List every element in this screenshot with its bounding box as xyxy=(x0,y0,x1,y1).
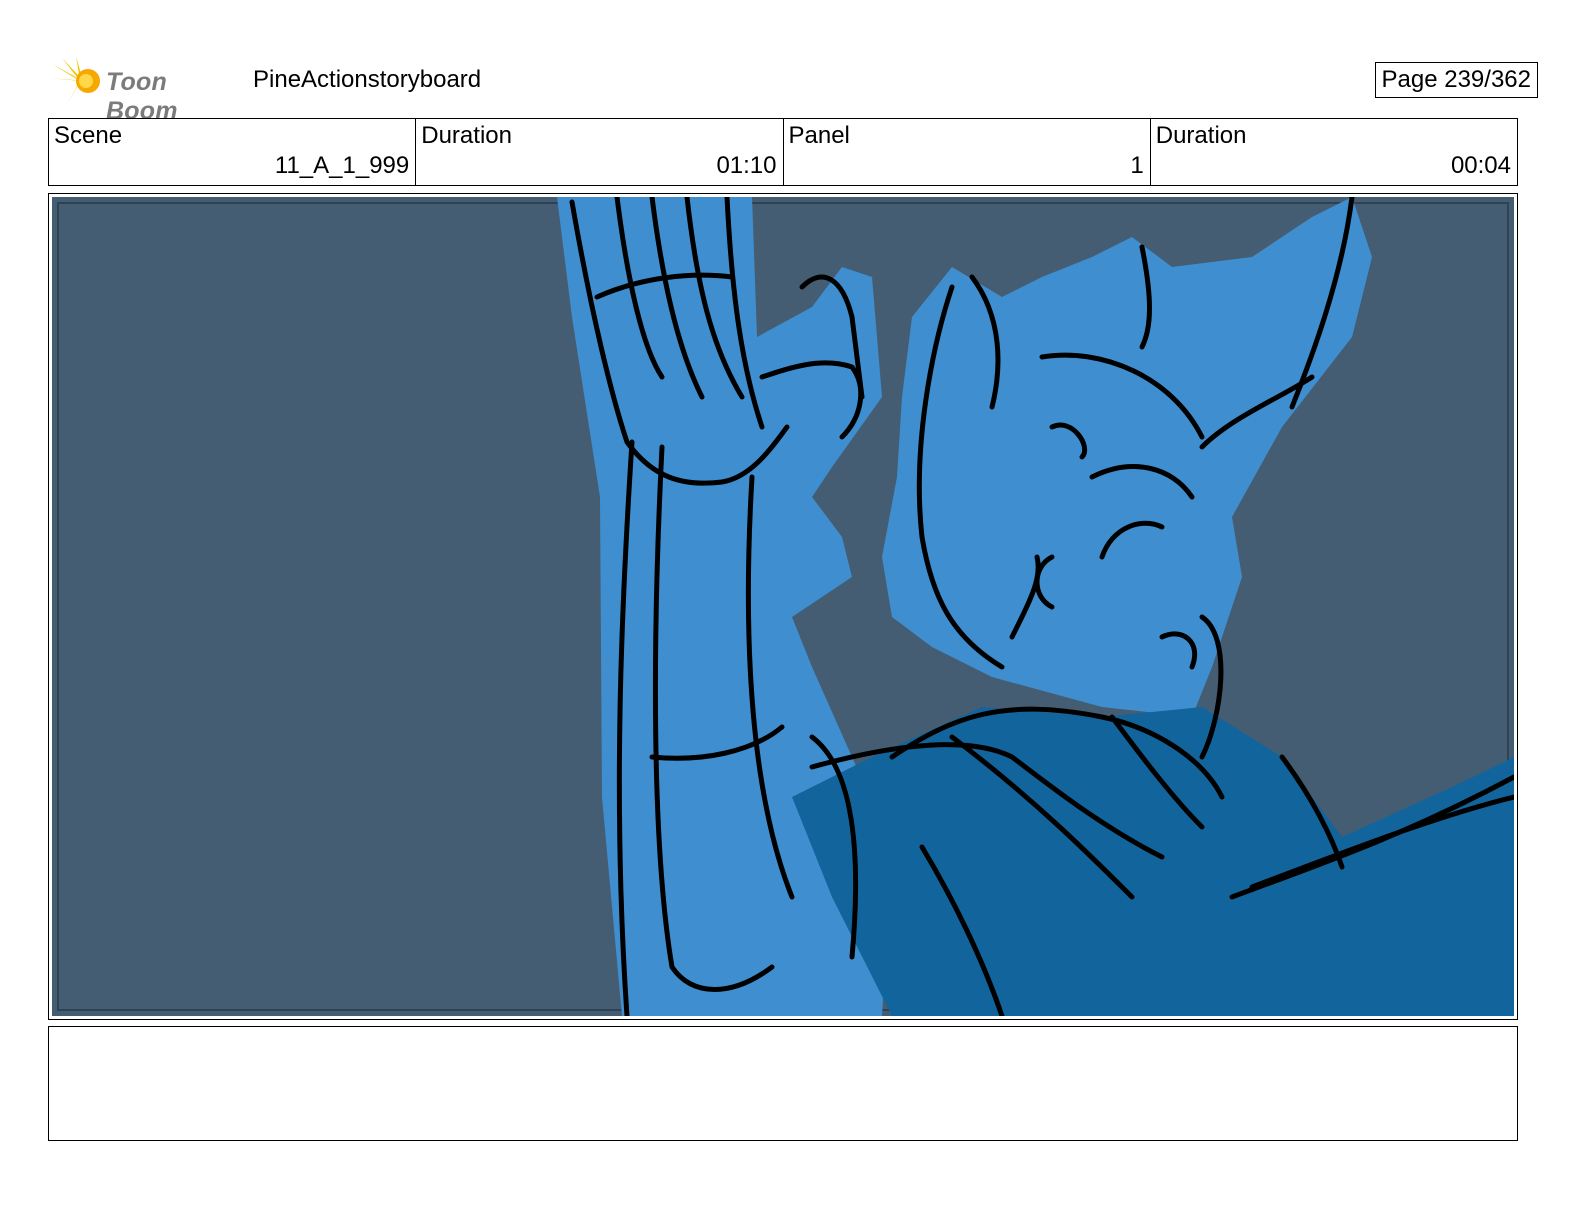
panel-notes xyxy=(48,1026,1518,1141)
panel-cell: Panel 1 xyxy=(784,119,1151,185)
page-header: Toon Boom PineActionstoryboard Page 239/… xyxy=(48,52,1538,125)
scene-duration-cell: Duration 01:10 xyxy=(416,119,784,185)
storyboard-sketch xyxy=(57,197,1514,1016)
panel-duration-label: Duration xyxy=(1155,122,1247,149)
panel-duration-value: 00:04 xyxy=(1450,152,1511,179)
panel-frame xyxy=(48,193,1518,1020)
scene-duration-value: 01:10 xyxy=(716,152,777,179)
panel-label: Panel xyxy=(788,122,850,149)
page-number: Page 239/362 xyxy=(1374,62,1538,98)
toon-boom-logo: Toon Boom xyxy=(50,56,240,125)
panel-drawing xyxy=(52,197,1514,1016)
head-fill xyxy=(882,197,1372,717)
panel-value: 1 xyxy=(1130,152,1144,179)
scene-info-table: Scene 11_A_1_999 Duration 01:10 Panel 1 … xyxy=(48,118,1518,186)
scene-label: Scene xyxy=(54,122,123,149)
project-title: PineActionstoryboard xyxy=(253,66,482,93)
scene-duration-label: Duration xyxy=(421,122,512,149)
starburst-icon xyxy=(50,56,100,106)
panel-duration-cell: Duration 00:04 xyxy=(1151,119,1517,185)
scene-cell: Scene 11_A_1_999 xyxy=(49,119,417,185)
scene-value: 11_A_1_999 xyxy=(274,152,410,179)
